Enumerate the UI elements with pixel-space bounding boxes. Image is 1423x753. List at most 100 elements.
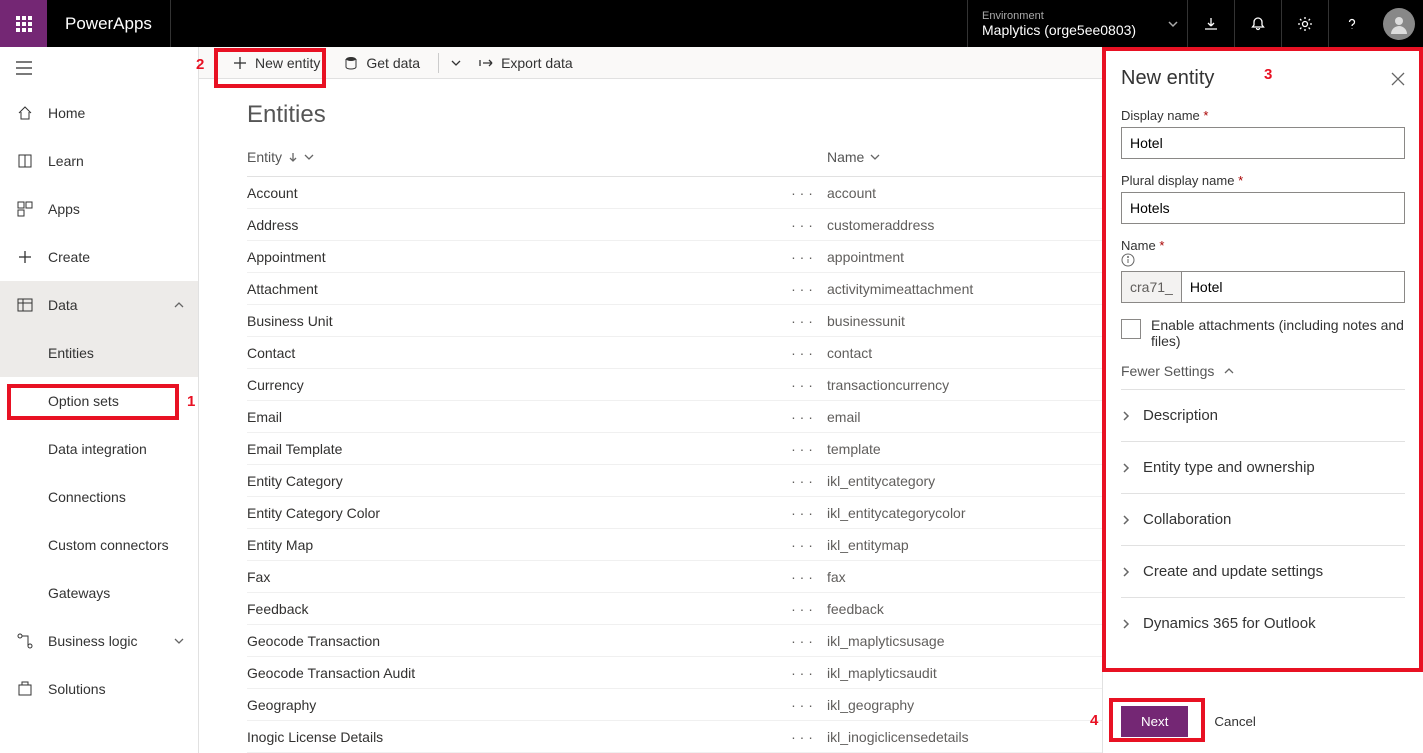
download-button[interactable] — [1187, 0, 1234, 47]
home-icon — [16, 105, 34, 121]
chevron-right-icon — [1121, 463, 1131, 473]
notifications-button[interactable] — [1234, 0, 1281, 47]
book-icon — [16, 153, 34, 169]
enable-attachments-label: Enable attachments (including notes and … — [1151, 317, 1405, 349]
settings-button[interactable] — [1281, 0, 1328, 47]
separator — [438, 53, 439, 73]
entity-cell: Geography — [247, 697, 777, 713]
nav-apps[interactable]: Apps — [0, 185, 198, 233]
brand-label[interactable]: PowerApps — [47, 0, 171, 47]
row-more-button[interactable]: · · · — [777, 345, 827, 361]
entity-cell: Entity Category — [247, 473, 777, 489]
row-more-button[interactable]: · · · — [777, 313, 827, 329]
nav-home[interactable]: Home — [0, 89, 198, 137]
panel-section[interactable]: Entity type and ownership — [1121, 441, 1405, 493]
display-name-input[interactable] — [1121, 127, 1405, 159]
name-prefix: cra71_ — [1121, 271, 1181, 303]
cmd-label: New entity — [255, 55, 320, 71]
panel-section[interactable]: Collaboration — [1121, 493, 1405, 545]
plural-name-input[interactable] — [1121, 192, 1405, 224]
nav-gateways[interactable]: Gateways — [0, 569, 198, 617]
panel-section[interactable]: Dynamics 365 for Outlook — [1121, 597, 1405, 649]
environment-picker[interactable]: Environment Maplytics (orge5ee0803) — [967, 0, 1187, 47]
row-more-button[interactable]: · · · — [777, 601, 827, 617]
export-data-button[interactable]: Export data — [469, 49, 583, 77]
user-avatar[interactable] — [1383, 8, 1415, 40]
close-button[interactable] — [1391, 72, 1405, 86]
nav-solutions[interactable]: Solutions — [0, 665, 198, 713]
row-more-button[interactable]: · · · — [777, 697, 827, 713]
row-more-button[interactable]: · · · — [777, 441, 827, 457]
row-more-button[interactable]: · · · — [777, 569, 827, 585]
name-label: Name — [1121, 238, 1156, 253]
flow-icon — [16, 633, 34, 649]
entity-cell: Email — [247, 409, 777, 425]
row-more-button[interactable]: · · · — [777, 249, 827, 265]
plural-name-label: Plural display name — [1121, 173, 1234, 188]
nav-label: Apps — [48, 201, 80, 217]
fewer-settings-toggle[interactable]: Fewer Settings — [1121, 363, 1405, 379]
annotation-num-4: 4 — [1090, 712, 1098, 729]
new-entity-panel: New entity Display name * Plural display… — [1102, 47, 1423, 753]
hamburger-icon — [16, 61, 32, 75]
row-more-button[interactable]: · · · — [777, 409, 827, 425]
nav-connections[interactable]: Connections — [0, 473, 198, 521]
chevron-up-icon — [174, 300, 184, 310]
nav-entities[interactable]: Entities — [0, 329, 198, 377]
next-button[interactable]: Next — [1121, 706, 1188, 737]
chevron-down-icon — [304, 152, 314, 162]
col-entity[interactable]: Entity — [247, 149, 777, 165]
nav-custom-connectors[interactable]: Custom connectors — [0, 521, 198, 569]
chevron-right-icon — [1121, 515, 1131, 525]
row-more-button[interactable]: · · · — [777, 281, 827, 297]
annotation-num-3: 3 — [1264, 66, 1272, 83]
nav-business-logic[interactable]: Business logic — [0, 617, 198, 665]
chevron-right-icon — [1121, 567, 1131, 577]
cmd-label: Export data — [501, 55, 573, 71]
cancel-button[interactable]: Cancel — [1198, 706, 1272, 737]
nav-create[interactable]: Create — [0, 233, 198, 281]
get-data-dropdown[interactable] — [447, 52, 465, 74]
row-more-button[interactable]: · · · — [777, 185, 827, 201]
panel-section[interactable]: Description — [1121, 389, 1405, 441]
entity-cell: Appointment — [247, 249, 777, 265]
chevron-down-icon — [1167, 18, 1179, 30]
entity-cell: Email Template — [247, 441, 777, 457]
solutions-icon — [16, 681, 34, 697]
entity-cell: Currency — [247, 377, 777, 393]
panel-section[interactable]: Create and update settings — [1121, 545, 1405, 597]
name-input[interactable] — [1181, 271, 1405, 303]
hamburger-button[interactable] — [0, 47, 198, 89]
row-more-button[interactable]: · · · — [777, 377, 827, 393]
nav-learn[interactable]: Learn — [0, 137, 198, 185]
row-more-button[interactable]: · · · — [777, 633, 827, 649]
info-icon[interactable] — [1121, 253, 1135, 267]
row-more-button[interactable]: · · · — [777, 537, 827, 553]
row-more-button[interactable]: · · · — [777, 217, 827, 233]
get-data-button[interactable]: Get data — [334, 49, 430, 77]
download-icon — [1203, 16, 1219, 32]
apps-icon — [16, 201, 34, 217]
enable-attachments-checkbox[interactable] — [1121, 319, 1141, 339]
chevron-right-icon — [1121, 619, 1131, 629]
nav-data-integration[interactable]: Data integration — [0, 425, 198, 473]
row-more-button[interactable]: · · · — [777, 505, 827, 521]
person-icon — [1389, 14, 1409, 34]
cmd-label: Get data — [366, 55, 420, 71]
nav-data[interactable]: Data — [0, 281, 198, 329]
main-content: New entity Get data Export data Entities… — [199, 47, 1423, 753]
row-more-button[interactable]: · · · — [777, 729, 827, 745]
waffle-button[interactable] — [0, 0, 47, 47]
help-button[interactable] — [1328, 0, 1375, 47]
row-more-button[interactable]: · · · — [777, 665, 827, 681]
panel-title: New entity — [1121, 67, 1214, 90]
row-more-button[interactable]: · · · — [777, 473, 827, 489]
nav-label: Home — [48, 105, 85, 121]
help-icon — [1344, 16, 1360, 32]
entity-cell: Feedback — [247, 601, 777, 617]
entity-cell: Fax — [247, 569, 777, 585]
export-icon — [479, 56, 493, 70]
entity-cell: Contact — [247, 345, 777, 361]
nav-option-sets[interactable]: Option sets — [0, 377, 198, 425]
new-entity-button[interactable]: New entity — [223, 49, 330, 77]
